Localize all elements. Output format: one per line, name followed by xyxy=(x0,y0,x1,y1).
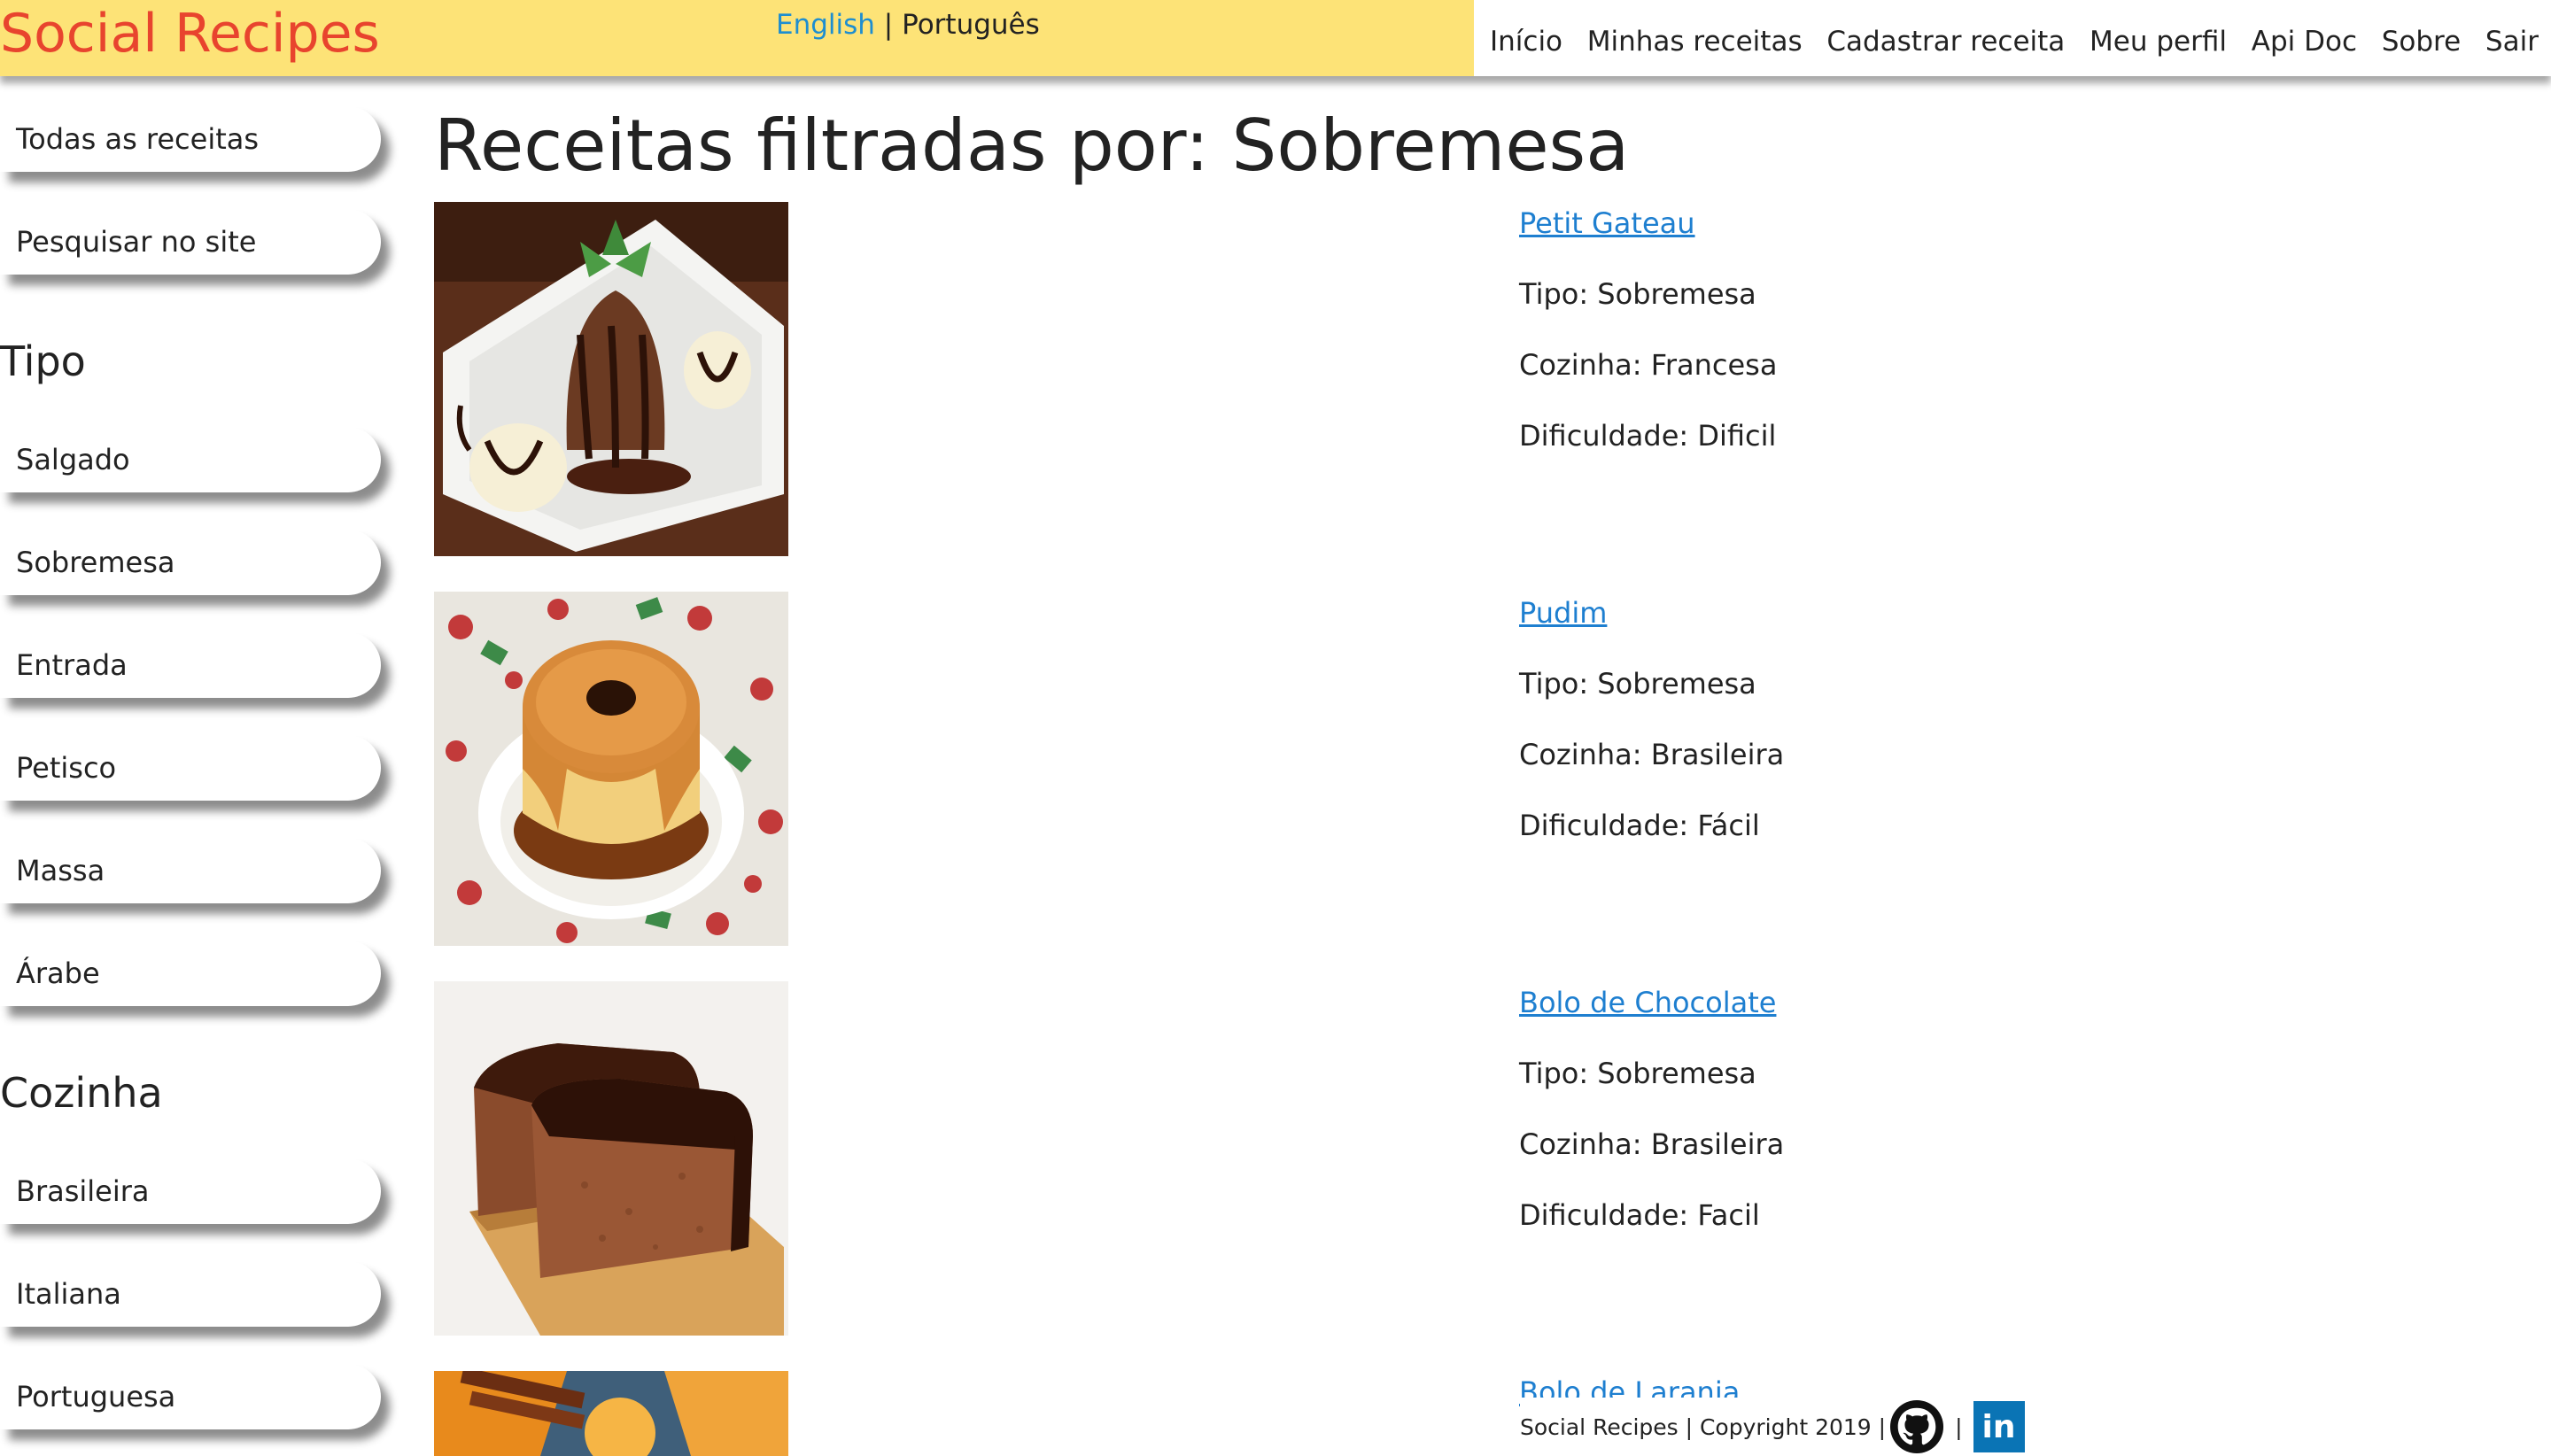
recipe-cuisine: Cozinha: Brasileira xyxy=(1519,738,1785,771)
recipe-difficulty: Dificuldade: Fácil xyxy=(1519,809,1760,842)
brand-area: Social Recipes English | Português xyxy=(0,0,1474,76)
lang-english-link[interactable]: English xyxy=(776,9,875,41)
sidebar-type-arabe[interactable]: Árabe xyxy=(0,941,381,1006)
sidebar-all-recipes-button[interactable]: Todas as receitas xyxy=(0,106,381,172)
nav-sobre[interactable]: Sobre xyxy=(2382,19,2461,58)
linkedin-icon[interactable]: in xyxy=(1973,1401,2025,1452)
main-nav: Início Minhas receitas Cadastrar receita… xyxy=(1474,0,2551,76)
recipe-info: Bolo de Chocolate Tipo: Sobremesa Cozinh… xyxy=(1519,981,2405,1233)
lang-separator: | xyxy=(883,9,894,41)
nav-inicio[interactable]: Início xyxy=(1490,19,1562,58)
language-switcher: English | Português xyxy=(776,7,1040,43)
footer-copyright: Social Recipes | Copyright 2019 | xyxy=(1520,1413,1887,1440)
brand-logo[interactable]: Social Recipes xyxy=(0,0,380,67)
recipe-type: Tipo: Sobremesa xyxy=(1519,1057,1756,1090)
recipe-info: Petit Gateau Tipo: Sobremesa Cozinha: Fr… xyxy=(1519,202,2405,453)
nav-cadastrar-receita[interactable]: Cadastrar receita xyxy=(1826,19,2065,58)
nav-api-doc[interactable]: Api Doc xyxy=(2252,19,2357,58)
sidebar-type-petisco[interactable]: Petisco xyxy=(0,735,381,801)
petit-gateau-photo[interactable] xyxy=(434,202,788,556)
recipe-title-link[interactable]: Pudim xyxy=(1519,595,2405,631)
recipe-card: Bolo de Laranja xyxy=(434,1371,2524,1456)
lang-portuguese-link[interactable]: Português xyxy=(902,9,1040,41)
recipe-type: Tipo: Sobremesa xyxy=(1519,277,1756,311)
sidebar-search-button[interactable]: Pesquisar no site xyxy=(0,209,381,275)
sidebar-type-heading: Tipo xyxy=(0,337,86,385)
recipe-cuisine: Cozinha: Francesa xyxy=(1519,348,1778,382)
sidebar-type-salgado[interactable]: Salgado xyxy=(0,427,381,492)
recipe-card: Bolo de Chocolate Tipo: Sobremesa Cozinh… xyxy=(434,981,2524,1336)
recipe-title-link[interactable]: Bolo de Chocolate xyxy=(1519,985,2405,1020)
recipe-title-link[interactable]: Petit Gateau xyxy=(1519,205,2405,241)
sidebar: Todas as receitas Pesquisar no site Tipo… xyxy=(0,76,399,1456)
sidebar-type-entrada[interactable]: Entrada xyxy=(0,632,381,698)
sidebar-cuisine-portuguesa[interactable]: Portuguesa xyxy=(0,1364,381,1429)
page-title: Receitas filtradas por: Sobremesa xyxy=(434,105,1630,187)
recipe-difficulty: Dificuldade: Dificil xyxy=(1519,419,1777,453)
github-icon[interactable] xyxy=(1889,1399,1944,1454)
sidebar-type-sobremesa[interactable]: Sobremesa xyxy=(0,530,381,595)
top-header: Social Recipes English | Português Iníci… xyxy=(0,0,2551,76)
nav-sair[interactable]: Sair xyxy=(2485,19,2539,58)
recipe-card: Pudim Tipo: Sobremesa Cozinha: Brasileir… xyxy=(434,592,2524,946)
recipe-difficulty: Dificuldade: Facil xyxy=(1519,1198,1760,1232)
nav-meu-perfil[interactable]: Meu perfil xyxy=(2090,19,2227,58)
sidebar-cuisine-heading: Cozinha xyxy=(0,1069,163,1117)
sidebar-cuisine-brasileira[interactable]: Brasileira xyxy=(0,1158,381,1224)
recipe-cuisine: Cozinha: Brasileira xyxy=(1519,1127,1785,1161)
footer-separator: | xyxy=(1955,1413,1963,1440)
nav-minhas-receitas[interactable]: Minhas receitas xyxy=(1587,19,1803,58)
orange-cake-photo[interactable] xyxy=(434,1371,788,1456)
sidebar-type-massa[interactable]: Massa xyxy=(0,838,381,903)
recipe-type: Tipo: Sobremesa xyxy=(1519,667,1756,701)
chocolate-cake-photo[interactable] xyxy=(434,981,788,1336)
pudim-photo[interactable] xyxy=(434,592,788,946)
sidebar-cuisine-italiana[interactable]: Italiana xyxy=(0,1261,381,1327)
recipe-card: Petit Gateau Tipo: Sobremesa Cozinha: Fr… xyxy=(434,202,2524,556)
footer: Social Recipes | Copyright 2019 | | in xyxy=(1520,1398,2025,1456)
recipe-info: Pudim Tipo: Sobremesa Cozinha: Brasileir… xyxy=(1519,592,2405,843)
